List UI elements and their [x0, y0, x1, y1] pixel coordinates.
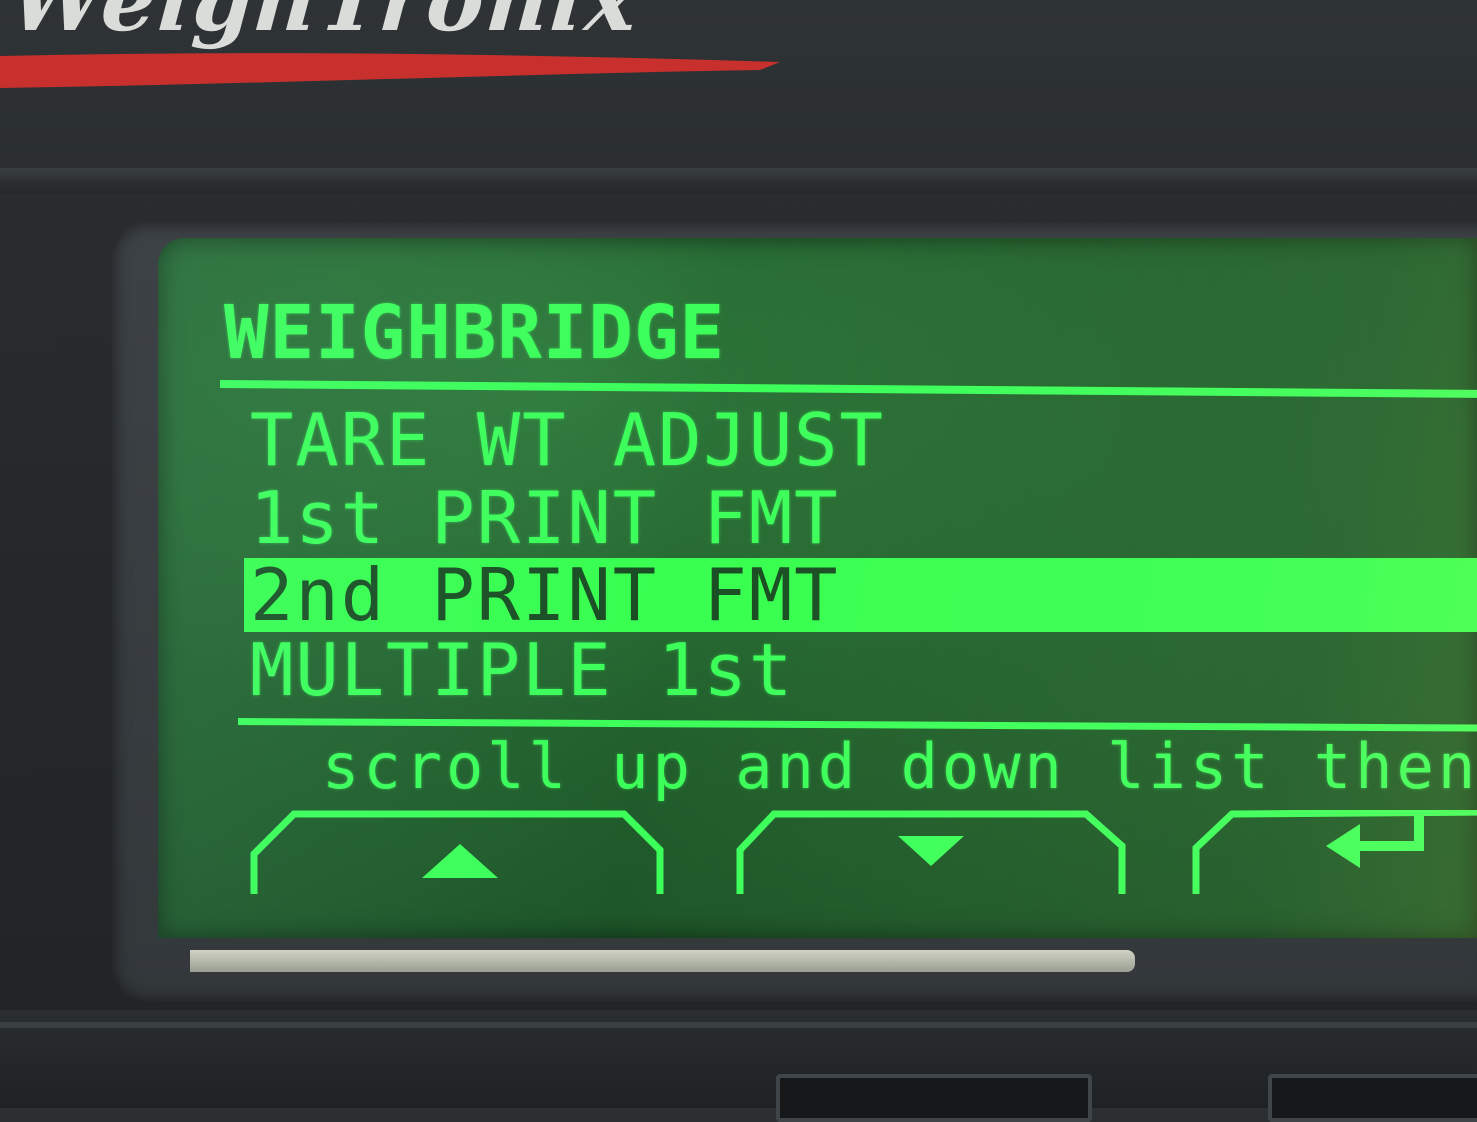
front-panel-top: WeighTronix: [0, 0, 1477, 175]
screen-title: WEIGHBRIDGE: [224, 290, 726, 376]
softkey-up[interactable]: [250, 810, 664, 894]
menu-item-1st-print-fmt[interactable]: 1st PRINT FMT: [250, 476, 840, 560]
softkey-down[interactable]: [736, 810, 1126, 894]
softkey-enter[interactable]: [1192, 810, 1477, 894]
menu-item-multiple-1st[interactable]: MULTIPLE 1st: [250, 628, 794, 712]
brand-stripe: [0, 53, 780, 88]
title-divider: [219, 380, 1477, 399]
display-lip: [190, 950, 1135, 972]
down-triangle-icon: [898, 836, 964, 866]
brand-logo: WeighTronix: [6, 0, 643, 51]
hardware-key-2[interactable]: [776, 1074, 1092, 1122]
help-hint: scroll up and down list then: [322, 730, 1477, 803]
enter-arrow-icon: [1326, 816, 1424, 868]
lcd-display: WEIGHBRIDGE TARE WT ADJUST 1st PRINT FMT…: [158, 238, 1477, 938]
hardware-key-3[interactable]: [1268, 1074, 1477, 1122]
up-triangle-icon: [422, 844, 498, 878]
panel-seam: [0, 1022, 1477, 1028]
panel-ridge: [0, 168, 1477, 194]
menu-item-tare-wt-adjust[interactable]: TARE WT ADJUST: [250, 398, 885, 482]
menu-item-2nd-print-fmt[interactable]: 2nd PRINT FMT: [244, 558, 1477, 632]
